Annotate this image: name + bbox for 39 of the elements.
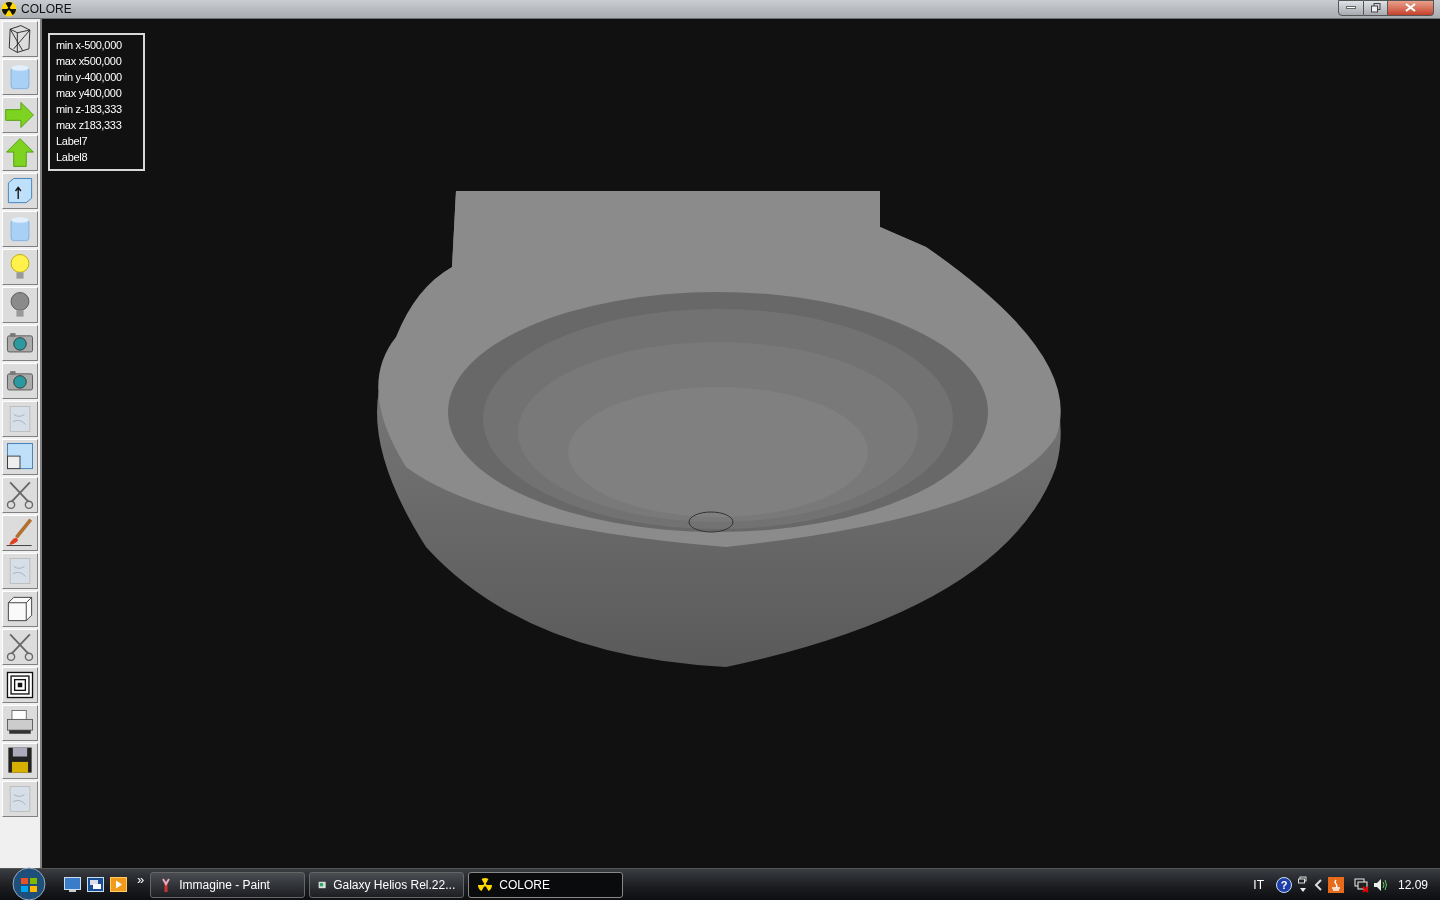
- info-label: min z-183,333: [56, 102, 123, 117]
- toolbar-button[interactable]: [2, 439, 38, 475]
- chevron-left-icon[interactable]: [1313, 878, 1322, 891]
- language-indicator[interactable]: IT: [1253, 875, 1264, 894]
- clock[interactable]: 12.09: [1397, 875, 1428, 894]
- info-label: min y-400,000: [56, 70, 123, 85]
- radiation-icon: [1, 1, 17, 17]
- toolbar-button[interactable]: [2, 667, 38, 703]
- minimize-button[interactable]: [1338, 0, 1364, 16]
- toolbar-button[interactable]: [2, 325, 38, 361]
- toolbar-button[interactable]: [2, 21, 38, 57]
- taskbar-button[interactable]: Immagine - Paint: [150, 871, 306, 898]
- toolbar-button[interactable]: [2, 591, 38, 627]
- info-label: max x500,000: [56, 54, 123, 69]
- tray-window-icon[interactable]: [1297, 875, 1308, 894]
- info-label: Label7: [56, 134, 89, 149]
- close-icon: [1405, 3, 1416, 12]
- restore-icon: [1370, 2, 1381, 13]
- info-label: max y400,000: [56, 86, 123, 101]
- more-button[interactable]: »: [137, 869, 145, 890]
- network-disconnected-icon[interactable]: [1353, 876, 1370, 893]
- help-icon[interactable]: ?: [1275, 876, 1292, 893]
- java-icon[interactable]: [1327, 876, 1344, 893]
- windows-icon[interactable]: [87, 877, 104, 892]
- desktop-icon[interactable]: [64, 877, 81, 892]
- minimize-icon: [1346, 6, 1356, 9]
- radiation-icon: [477, 876, 494, 893]
- restore-button[interactable]: [1364, 0, 1388, 16]
- taskbar-button[interactable]: COLORE: [468, 871, 624, 898]
- taskbar-button[interactable]: Galaxy Helios Rel.22...: [309, 871, 465, 898]
- window-title: COLORE: [21, 1, 72, 18]
- toolbar-button[interactable]: [2, 743, 38, 779]
- info-label: min x-500,000: [56, 38, 123, 53]
- arrow-up-icon: [3, 136, 37, 170]
- close-button[interactable]: [1388, 0, 1434, 16]
- info-label: Label8: [56, 150, 89, 165]
- toolbar-button[interactable]: [2, 363, 38, 399]
- info-label: max z183,333: [56, 118, 123, 133]
- toolbar-button[interactable]: [2, 705, 38, 741]
